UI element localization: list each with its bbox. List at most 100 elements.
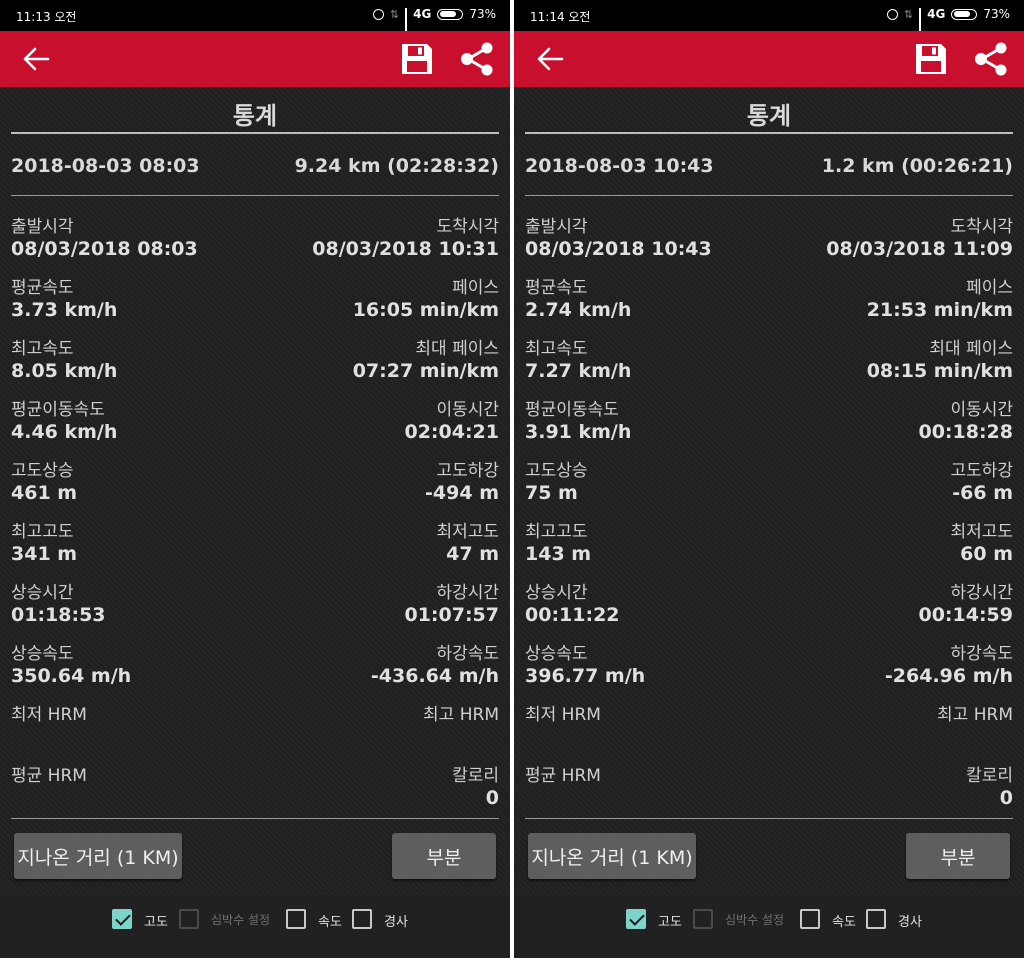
status-time: 11:13 오전	[16, 10, 77, 24]
stat-right-label: 도착시각	[436, 217, 499, 237]
stat-left-value: 7.27 km/h	[525, 360, 632, 382]
stat-left-label: 평균 HRM	[525, 766, 601, 786]
stat-right-label: 칼로리	[452, 766, 499, 786]
slope-checkbox[interactable]	[866, 909, 886, 929]
phone-screen-1: 11:13 오전 ⇅ 4G 73% 통계 2018-08-03 08:03 9.…	[0, 0, 510, 958]
stat-right-value: -436.64 m/h	[370, 665, 499, 687]
phone-screen-2: 11:14 오전 ⇅ 4G 73% 통계 2018-08-03 10:43 1.…	[514, 0, 1024, 958]
track-summary: 2018-08-03 10:43 1.2 km (00:26:21)	[525, 155, 1013, 177]
stat-right-label: 최고 HRM	[937, 705, 1013, 725]
network-type: 4G	[927, 7, 946, 21]
speed-checkbox[interactable]	[800, 909, 820, 929]
stat-row: 상승속도 396.77 m/h 하강속도 -264.96 m/h	[525, 639, 1013, 699]
stat-right-value: 47 m	[446, 543, 499, 565]
slope-checkbox[interactable]	[352, 909, 372, 929]
stat-row: 평균이동속도 4.46 km/h 이동시간 02:04:21	[11, 395, 499, 455]
heart-rate-checkbox	[179, 909, 199, 929]
stat-right-value: 08/03/2018 11:09	[826, 238, 1013, 260]
stat-right-value: 08/03/2018 10:31	[312, 238, 499, 260]
stat-right-value: 21:53 min/km	[866, 299, 1013, 321]
back-arrow-icon[interactable]	[536, 46, 564, 72]
share-icon[interactable]	[974, 42, 1008, 76]
distance-interval-button[interactable]: 지나온 거리 (1 KM)	[14, 833, 182, 879]
stat-left-label: 최고속도	[525, 339, 588, 359]
stat-right-label: 최고 HRM	[423, 705, 499, 725]
stat-right-value: -494 m	[425, 482, 499, 504]
stat-left-value: 3.73 km/h	[11, 299, 118, 321]
stat-left-label: 고도상승	[525, 461, 588, 481]
stat-row: 최고고도 341 m 최저고도 47 m	[11, 517, 499, 577]
summary-distance: 1.2 km (00:26:21)	[821, 155, 1013, 177]
altitude-checkbox[interactable]	[112, 909, 132, 929]
stat-left-label: 최고고도	[525, 522, 588, 542]
alarm-icon	[372, 8, 384, 20]
title-divider	[525, 132, 1013, 134]
stat-left-label: 최저 HRM	[11, 705, 87, 725]
stat-row: 고도상승 461 m 고도하강 -494 m	[11, 456, 499, 516]
save-icon[interactable]	[400, 42, 434, 76]
stat-left-value: 4.46 km/h	[11, 421, 118, 443]
back-arrow-icon[interactable]	[22, 46, 50, 72]
stat-row: 최고고도 143 m 최저고도 60 m	[525, 517, 1013, 577]
page-title: 통계	[746, 102, 792, 130]
summary-divider	[11, 195, 499, 196]
stat-left-value: 01:18:53	[11, 604, 106, 626]
network-type: 4G	[413, 7, 432, 21]
stat-left-value: 75 m	[525, 482, 578, 504]
stat-left-value: 143 m	[525, 543, 592, 565]
stat-right-value: 02:04:21	[404, 421, 499, 443]
stat-left-value: 08/03/2018 08:03	[11, 238, 198, 260]
stat-right-label: 최대 페이스	[415, 339, 499, 359]
stat-row: 상승시간 00:11:22 하강시간 00:14:59	[525, 578, 1013, 638]
heart-rate-checkbox-label: 심박수 설정	[211, 913, 271, 927]
battery-icon	[951, 8, 978, 20]
stat-right-value: 0	[999, 787, 1013, 809]
stat-left-label: 출발시각	[525, 217, 588, 237]
stat-left-value: 396.77 m/h	[525, 665, 646, 687]
part-button[interactable]: 부분	[392, 833, 496, 879]
stat-right-value: 0	[485, 787, 499, 809]
slope-checkbox-label: 경사	[898, 915, 922, 930]
stat-left-label: 상승시간	[11, 583, 74, 603]
stat-row: 최고속도 7.27 km/h 최대 페이스 08:15 min/km	[525, 334, 1013, 394]
stat-row: 고도상승 75 m 고도하강 -66 m	[525, 456, 1013, 516]
heart-rate-checkbox	[693, 909, 713, 929]
stat-left-value: 8.05 km/h	[11, 360, 118, 382]
stat-right-label: 이동시간	[950, 400, 1013, 420]
stat-left-label: 상승시간	[525, 583, 588, 603]
altitude-checkbox[interactable]	[626, 909, 646, 929]
part-button[interactable]: 부분	[906, 833, 1010, 879]
stat-left-label: 평균이동속도	[11, 400, 105, 420]
page-title: 통계	[232, 102, 278, 130]
speed-checkbox-label: 속도	[832, 915, 856, 930]
battery-level: 73%	[469, 7, 496, 21]
summary-divider	[525, 195, 1013, 196]
stat-right-label: 이동시간	[436, 400, 499, 420]
title-divider	[11, 132, 499, 134]
stat-right-label: 고도하강	[950, 461, 1013, 481]
stat-left-value: 08/03/2018 10:43	[525, 238, 712, 260]
signal-icon	[405, 8, 408, 43]
summary-start-time: 2018-08-03 10:43	[525, 155, 714, 177]
stat-left-label: 평균이동속도	[525, 400, 619, 420]
stat-left-value: 341 m	[11, 543, 78, 565]
stat-left-value: 350.64 m/h	[11, 665, 132, 687]
altitude-checkbox-label: 고도	[144, 915, 168, 930]
stat-right-label: 페이스	[452, 278, 499, 298]
stat-right-label: 하강시간	[436, 583, 499, 603]
stat-row: 상승속도 350.64 m/h 하강속도 -436.64 m/h	[11, 639, 499, 699]
speed-checkbox[interactable]	[286, 909, 306, 929]
app-toolbar	[0, 31, 510, 87]
share-icon[interactable]	[460, 42, 494, 76]
stat-left-label: 평균속도	[11, 278, 74, 298]
status-bar: 11:13 오전 ⇅ 4G 73%	[0, 0, 510, 43]
distance-interval-button[interactable]: 지나온 거리 (1 KM)	[528, 833, 696, 879]
stat-right-value: -264.96 m/h	[884, 665, 1013, 687]
battery-level: 73%	[983, 7, 1010, 21]
save-icon[interactable]	[914, 42, 948, 76]
stat-row: 최고속도 8.05 km/h 최대 페이스 07:27 min/km	[11, 334, 499, 394]
stat-right-value: 16:05 min/km	[352, 299, 499, 321]
summary-start-time: 2018-08-03 08:03	[11, 155, 200, 177]
stat-left-label: 평균 HRM	[11, 766, 87, 786]
stat-right-label: 하강속도	[436, 644, 499, 664]
